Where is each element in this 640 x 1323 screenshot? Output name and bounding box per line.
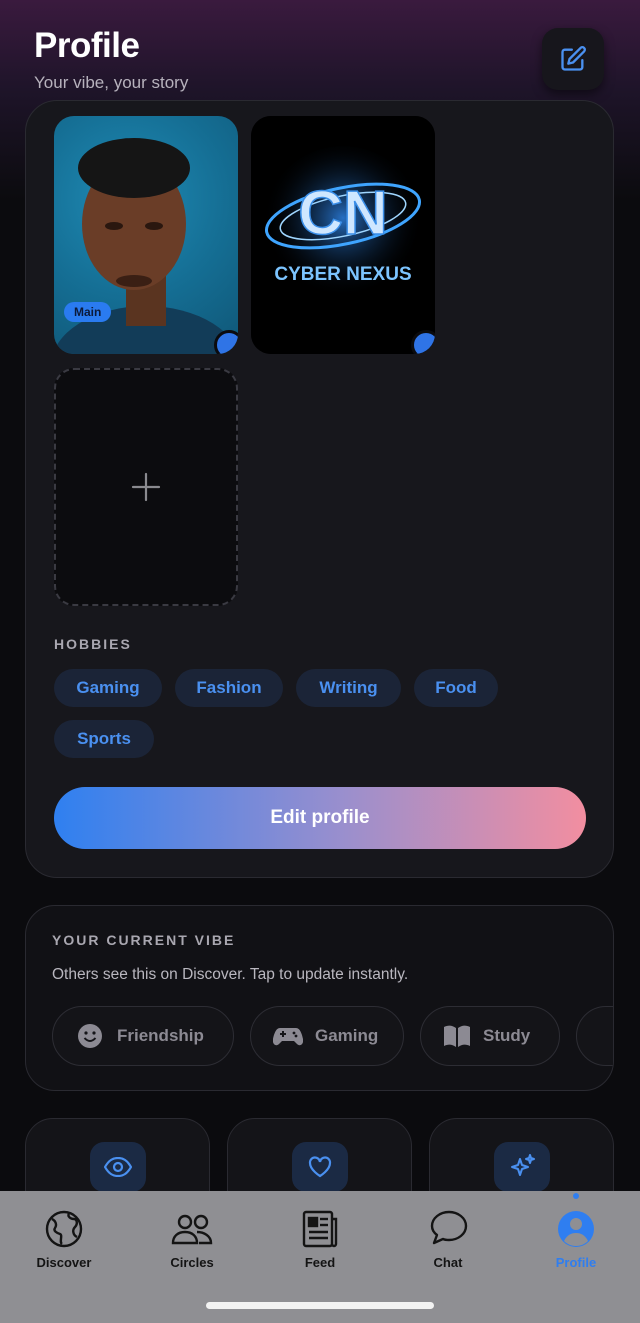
plus-icon [131,472,161,502]
vibe-description: Others see this on Discover. Tap to upda… [52,966,409,983]
tab-circles[interactable]: Circles [142,1209,242,1270]
page-subtitle: Your vibe, your story [34,73,189,92]
gamepad-icon [273,1028,303,1046]
globe-icon [45,1210,83,1248]
vibe-option-friendship[interactable]: Friendship [52,1006,234,1066]
svg-text:CN: CN [298,179,388,248]
chat-bubble-icon [430,1210,468,1245]
person-circle-icon [558,1211,594,1247]
tab-label: Profile [555,1255,597,1270]
vibe-option-label: Study [483,1026,531,1045]
tab-feed[interactable]: Feed [270,1209,370,1270]
hobbies-label: HOBBIES [54,636,132,652]
tab-chat[interactable]: Chat [398,1209,498,1270]
sparkles-icon [511,1154,535,1176]
vibe-option-label: Gaming [315,1026,379,1045]
cyber-nexus-logo: CN CYBER NEXUS [251,116,435,354]
active-tab-indicator [573,1193,579,1199]
hobby-chip[interactable]: Food [414,669,498,707]
people-icon [171,1214,213,1245]
profile-photo-logo[interactable]: CN CYBER NEXUS [251,116,435,354]
edit-square-icon [561,46,586,71]
edit-profile-button[interactable]: Edit profile [54,787,586,849]
home-indicator [206,1302,434,1309]
add-photo-slot[interactable] [54,368,238,606]
tab-discover[interactable]: Discover [14,1209,114,1270]
vibe-label: YOUR CURRENT VIBE [52,932,236,948]
tab-label: Feed [304,1255,336,1270]
page-title: Profile [34,26,140,65]
hobby-chip[interactable]: Gaming [54,669,162,707]
stat-icon-box [292,1142,348,1192]
hobby-chip[interactable]: Writing [296,669,401,707]
tab-label: Discover [36,1255,92,1270]
tab-label: Circles [170,1255,214,1270]
hobby-chip[interactable]: Sports [54,720,154,758]
profile-photo-main[interactable]: Main [54,116,238,354]
svg-text:CYBER NEXUS: CYBER NEXUS [274,264,411,285]
tab-label: Chat [433,1255,463,1270]
vibe-option-gaming[interactable]: Gaming [250,1006,404,1066]
main-photo-badge: Main [64,302,112,322]
current-vibe-card: YOUR CURRENT VIBE Others see this on Dis… [25,905,614,1091]
edit-photo-pencil-icon[interactable] [214,330,238,354]
vibe-option-label: Friendship [117,1026,204,1045]
stat-icon-box [494,1142,550,1192]
tab-profile[interactable]: Profile [526,1209,626,1270]
edit-photo-pencil-icon[interactable] [411,330,435,354]
heart-icon [308,1156,332,1178]
eye-icon [104,1157,132,1177]
vibe-option-study[interactable]: Study [420,1006,560,1066]
vibe-option-more[interactable] [576,1006,613,1066]
hobby-chip[interactable]: Fashion [175,669,283,707]
smile-icon [78,1024,102,1048]
edit-header-button[interactable] [542,28,604,90]
book-icon [444,1025,470,1047]
newspaper-icon [302,1210,338,1248]
stat-icon-box [90,1142,146,1192]
